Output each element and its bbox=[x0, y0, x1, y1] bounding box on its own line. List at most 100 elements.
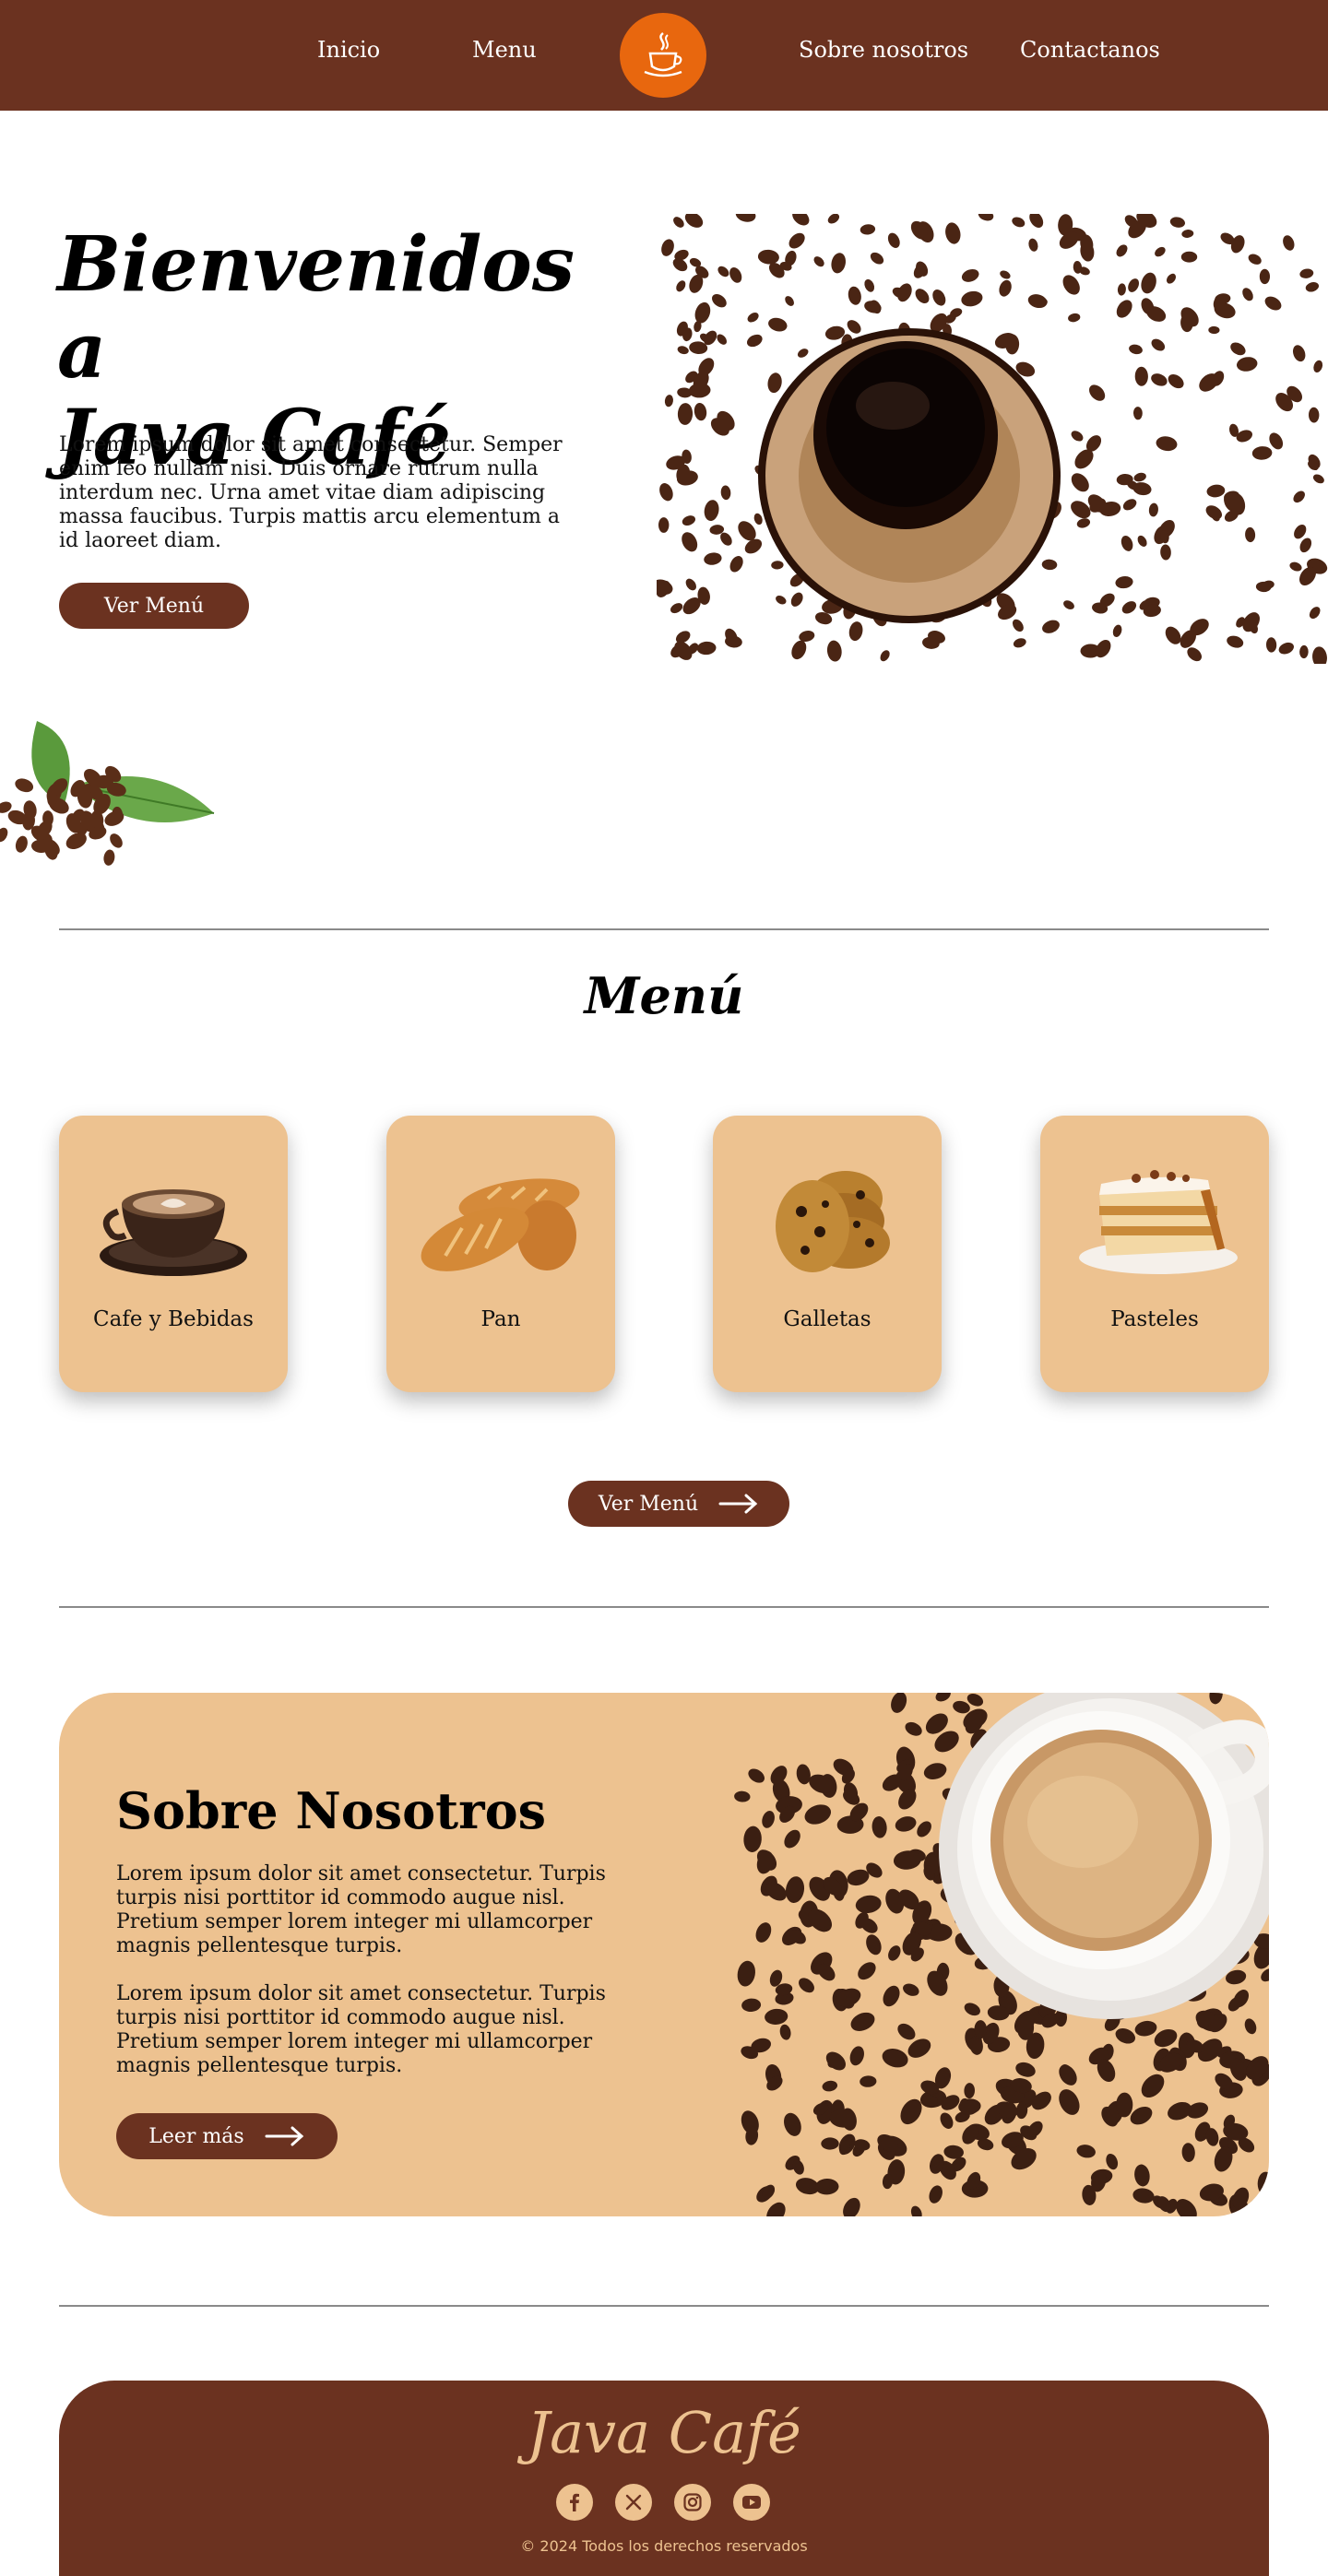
coffee-bean bbox=[1137, 535, 1147, 547]
logo[interactable] bbox=[620, 13, 706, 98]
coffee-bean bbox=[1133, 472, 1146, 482]
coffee-bean bbox=[712, 294, 727, 308]
coffee-bean bbox=[743, 1826, 762, 1852]
coffee-bean bbox=[664, 395, 673, 408]
coffee-bean bbox=[762, 1811, 775, 1828]
instagram-link[interactable] bbox=[674, 2484, 711, 2521]
coffee-bean bbox=[1312, 474, 1324, 484]
menu-card-galletas[interactable]: Galletas bbox=[713, 1116, 942, 1392]
coffee-bean bbox=[1129, 344, 1143, 355]
coffee-bean bbox=[682, 532, 698, 552]
coffee-bean bbox=[746, 334, 763, 348]
coffee-bean bbox=[1071, 431, 1084, 442]
coffee-bean bbox=[792, 214, 810, 226]
about-paragraph-1: Lorem ipsum dolor sit amet consectetur. … bbox=[116, 1862, 606, 1957]
coffee-bean bbox=[1141, 2074, 1165, 2098]
top-navbar: Inicio Menu Sobre nosotros Contactanos bbox=[0, 0, 1328, 111]
coffee-bean bbox=[848, 286, 861, 305]
coffee-bean bbox=[694, 301, 711, 324]
menu-card-pan[interactable]: Pan bbox=[386, 1116, 615, 1392]
coffee-bean bbox=[791, 640, 807, 660]
coffee-bean bbox=[961, 268, 979, 282]
copyright-text: © 2024 Todos los derechos reservados bbox=[520, 2537, 808, 2555]
hero-ver-menu-button[interactable]: Ver Menú bbox=[59, 583, 249, 629]
coffee-bean bbox=[855, 1895, 882, 1914]
coffee-bean bbox=[661, 239, 674, 256]
coffee-bean bbox=[804, 1804, 832, 1825]
coffee-bean bbox=[673, 217, 684, 228]
coffee-bean bbox=[1068, 313, 1081, 323]
coffee-bean bbox=[799, 1978, 814, 1993]
coffee-bean bbox=[717, 334, 727, 345]
coffee-bean bbox=[1169, 217, 1186, 228]
menu-card-cafe[interactable]: Cafe y Bebidas bbox=[59, 1116, 288, 1392]
coffee-bean bbox=[1059, 2089, 1080, 2115]
coffee-bean bbox=[864, 278, 875, 292]
hero-description: Lorem ipsum dolor sit amet consectetur. … bbox=[59, 433, 563, 552]
coffee-cup-icon bbox=[644, 32, 682, 77]
coffee-bean bbox=[821, 2137, 839, 2150]
coffee-bean bbox=[771, 561, 784, 570]
coffee-bean bbox=[1121, 601, 1137, 614]
coffee-bean bbox=[898, 1789, 917, 1810]
menu-card-pasteles[interactable]: Pasteles bbox=[1040, 1116, 1269, 1392]
x-link[interactable] bbox=[615, 2484, 652, 2521]
coffee-bean bbox=[1115, 2028, 1136, 2044]
coffee-bean bbox=[940, 2112, 954, 2129]
coffee-bean bbox=[770, 1766, 788, 1785]
nav-link-sobre-nosotros[interactable]: Sobre nosotros bbox=[799, 37, 968, 63]
coffee-bean bbox=[717, 266, 729, 278]
coffee-bean bbox=[1257, 2171, 1269, 2196]
menu-ver-menu-button[interactable]: Ver Menú bbox=[568, 1481, 789, 1527]
facebook-icon bbox=[570, 2493, 579, 2511]
coffee-bean bbox=[765, 2008, 788, 2025]
coffee-bean bbox=[1299, 268, 1314, 278]
coffee-bean bbox=[870, 252, 884, 265]
facebook-link[interactable] bbox=[556, 2484, 593, 2521]
coffee-bean bbox=[677, 346, 689, 355]
coffee-bean bbox=[755, 1922, 772, 1943]
coffee-bean bbox=[1117, 283, 1126, 296]
about-title: Sobre Nosotros bbox=[116, 1781, 546, 1840]
youtube-link[interactable] bbox=[733, 2484, 770, 2521]
coffee-bean bbox=[917, 1821, 931, 1837]
coffee-bean bbox=[658, 517, 670, 533]
coffee-bean bbox=[831, 253, 846, 274]
coffee-bean bbox=[1122, 499, 1137, 511]
coffee-bean bbox=[677, 403, 694, 425]
coffee-bean bbox=[1299, 538, 1312, 553]
coffee-cup-beans-image bbox=[734, 1693, 1269, 2216]
coffee-bean bbox=[1076, 2145, 1096, 2158]
coffee-bean bbox=[897, 2023, 916, 2040]
nav-link-menu[interactable]: Menu bbox=[472, 37, 537, 63]
coffee-bean bbox=[910, 2205, 922, 2216]
coffee-bean bbox=[676, 280, 686, 292]
coffee-bean bbox=[1063, 600, 1074, 609]
coffee-bean bbox=[737, 1960, 755, 1987]
coffee-bean bbox=[741, 1998, 762, 2013]
coffee-bean bbox=[923, 1763, 947, 1779]
coffee-bean bbox=[1299, 644, 1309, 659]
coffee-bean bbox=[1151, 338, 1166, 351]
coffee-bean bbox=[1227, 635, 1244, 648]
coffee-bean bbox=[720, 485, 731, 501]
leer-mas-button[interactable]: Leer más bbox=[116, 2113, 338, 2159]
coffee-bean bbox=[1013, 638, 1026, 648]
coffee-bean bbox=[1141, 272, 1156, 294]
nav-link-contactanos[interactable]: Contactanos bbox=[1020, 37, 1160, 63]
coffee-bean bbox=[1208, 325, 1220, 335]
coffee-bean bbox=[1312, 646, 1327, 664]
coffee-bean bbox=[826, 640, 842, 662]
youtube-icon bbox=[742, 2496, 761, 2509]
coffee-bean bbox=[1128, 278, 1140, 292]
nav-link-inicio[interactable]: Inicio bbox=[317, 37, 380, 63]
coffee-bean bbox=[883, 1985, 900, 2007]
coffee-bean bbox=[785, 296, 794, 306]
coffee-bean bbox=[848, 621, 863, 642]
coffee-bean bbox=[1155, 246, 1166, 257]
coffee-bean bbox=[735, 214, 756, 222]
coffee-bean bbox=[659, 483, 673, 502]
coffee-bean bbox=[696, 641, 717, 656]
coffee-bean bbox=[1151, 373, 1168, 386]
coffee-bean bbox=[1242, 288, 1253, 301]
